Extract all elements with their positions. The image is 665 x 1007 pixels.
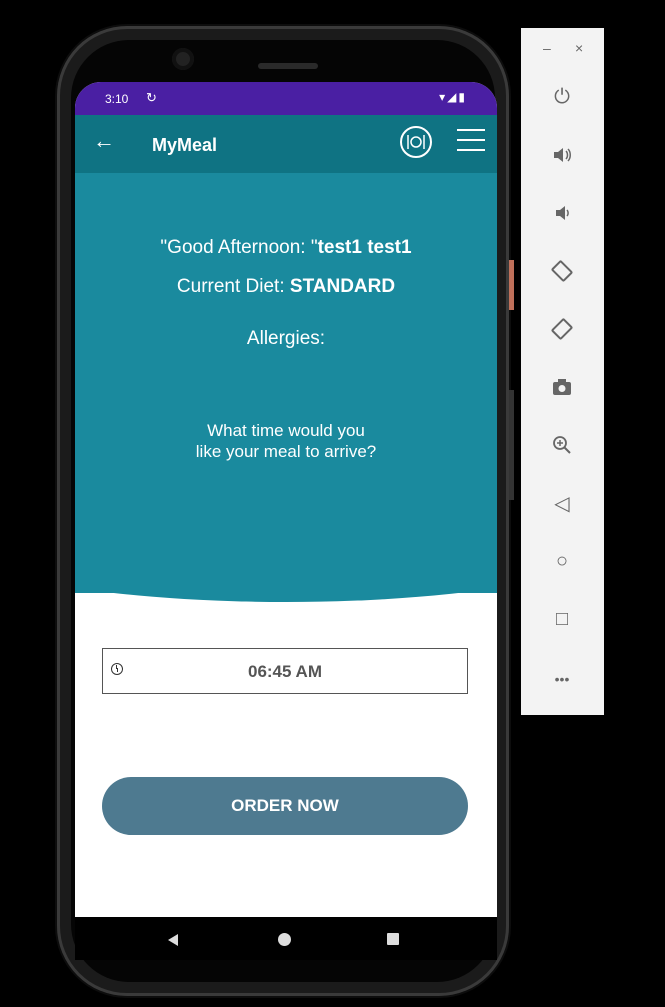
nav-back-icon[interactable] bbox=[168, 934, 178, 946]
status-bar: 3:10 ↻ ▾◢▮ bbox=[75, 82, 497, 115]
plate-fork-knife-icon[interactable] bbox=[400, 126, 432, 158]
device-screen: 3:10 ↻ ▾◢▮ ← MyMeal "Good Afternoon: "te… bbox=[75, 82, 497, 960]
greeting-prefix: "Good Afternoon: " bbox=[160, 237, 318, 258]
hamburger-menu-icon[interactable] bbox=[457, 129, 485, 151]
system-nav-bar bbox=[75, 917, 497, 960]
signal-battery-icon: ▾◢▮ bbox=[439, 90, 467, 104]
app-bar: ← MyMeal bbox=[75, 115, 497, 173]
side-button-power bbox=[509, 260, 514, 310]
user-name: test1 test1 bbox=[317, 237, 412, 258]
question-line-2: like your meal to arrive? bbox=[195, 442, 377, 461]
nav-home-icon[interactable] bbox=[278, 933, 291, 946]
app-title: MyMeal bbox=[152, 135, 218, 155]
rotate-right-icon[interactable] bbox=[541, 308, 583, 350]
emulator-window-controls: – × bbox=[521, 38, 604, 58]
volume-up-icon[interactable] bbox=[541, 134, 583, 176]
front-camera bbox=[172, 48, 194, 70]
side-button-volume bbox=[509, 390, 514, 500]
close-button[interactable]: × bbox=[575, 40, 583, 56]
current-diet: Current Diet: STANDARD bbox=[75, 276, 497, 298]
time-picker-field[interactable]: 06:45 AM bbox=[102, 648, 468, 694]
hero-curve bbox=[75, 462, 497, 602]
zoom-icon[interactable] bbox=[541, 424, 583, 466]
diet-label: Current Diet: bbox=[176, 276, 290, 297]
arrow-left-icon[interactable]: ← bbox=[93, 129, 115, 153]
question-line-1: What time would you bbox=[207, 421, 365, 440]
nav-recents-icon[interactable] bbox=[387, 933, 399, 945]
emulator-toolbar: – × ⏻ ◁ ○ □ ••• bbox=[521, 28, 604, 715]
time-value: 06:45 AM bbox=[247, 662, 322, 681]
allergies-label: Allergies: bbox=[246, 328, 326, 349]
earpiece-speaker bbox=[258, 63, 318, 69]
camera-icon[interactable] bbox=[541, 366, 583, 408]
minimize-button[interactable]: – bbox=[543, 40, 551, 56]
sync-icon: ↻ bbox=[146, 90, 157, 105]
rotate-left-icon[interactable] bbox=[541, 250, 583, 292]
order-now-button[interactable]: ORDER NOW bbox=[102, 777, 468, 835]
volume-down-icon[interactable] bbox=[541, 192, 583, 234]
status-time: 3:10 bbox=[105, 92, 129, 106]
arrival-question: What time would you like your meal to ar… bbox=[75, 420, 497, 462]
diet-value: STANDARD bbox=[289, 276, 396, 297]
greeting-text: "Good Afternoon: "test1 test1 bbox=[75, 237, 497, 259]
back-icon[interactable]: ◁ bbox=[541, 482, 583, 524]
more-icon[interactable]: ••• bbox=[541, 658, 583, 700]
home-icon[interactable]: ○ bbox=[541, 540, 583, 582]
power-icon[interactable]: ⏻ bbox=[541, 76, 583, 118]
overview-icon[interactable]: □ bbox=[541, 598, 583, 640]
